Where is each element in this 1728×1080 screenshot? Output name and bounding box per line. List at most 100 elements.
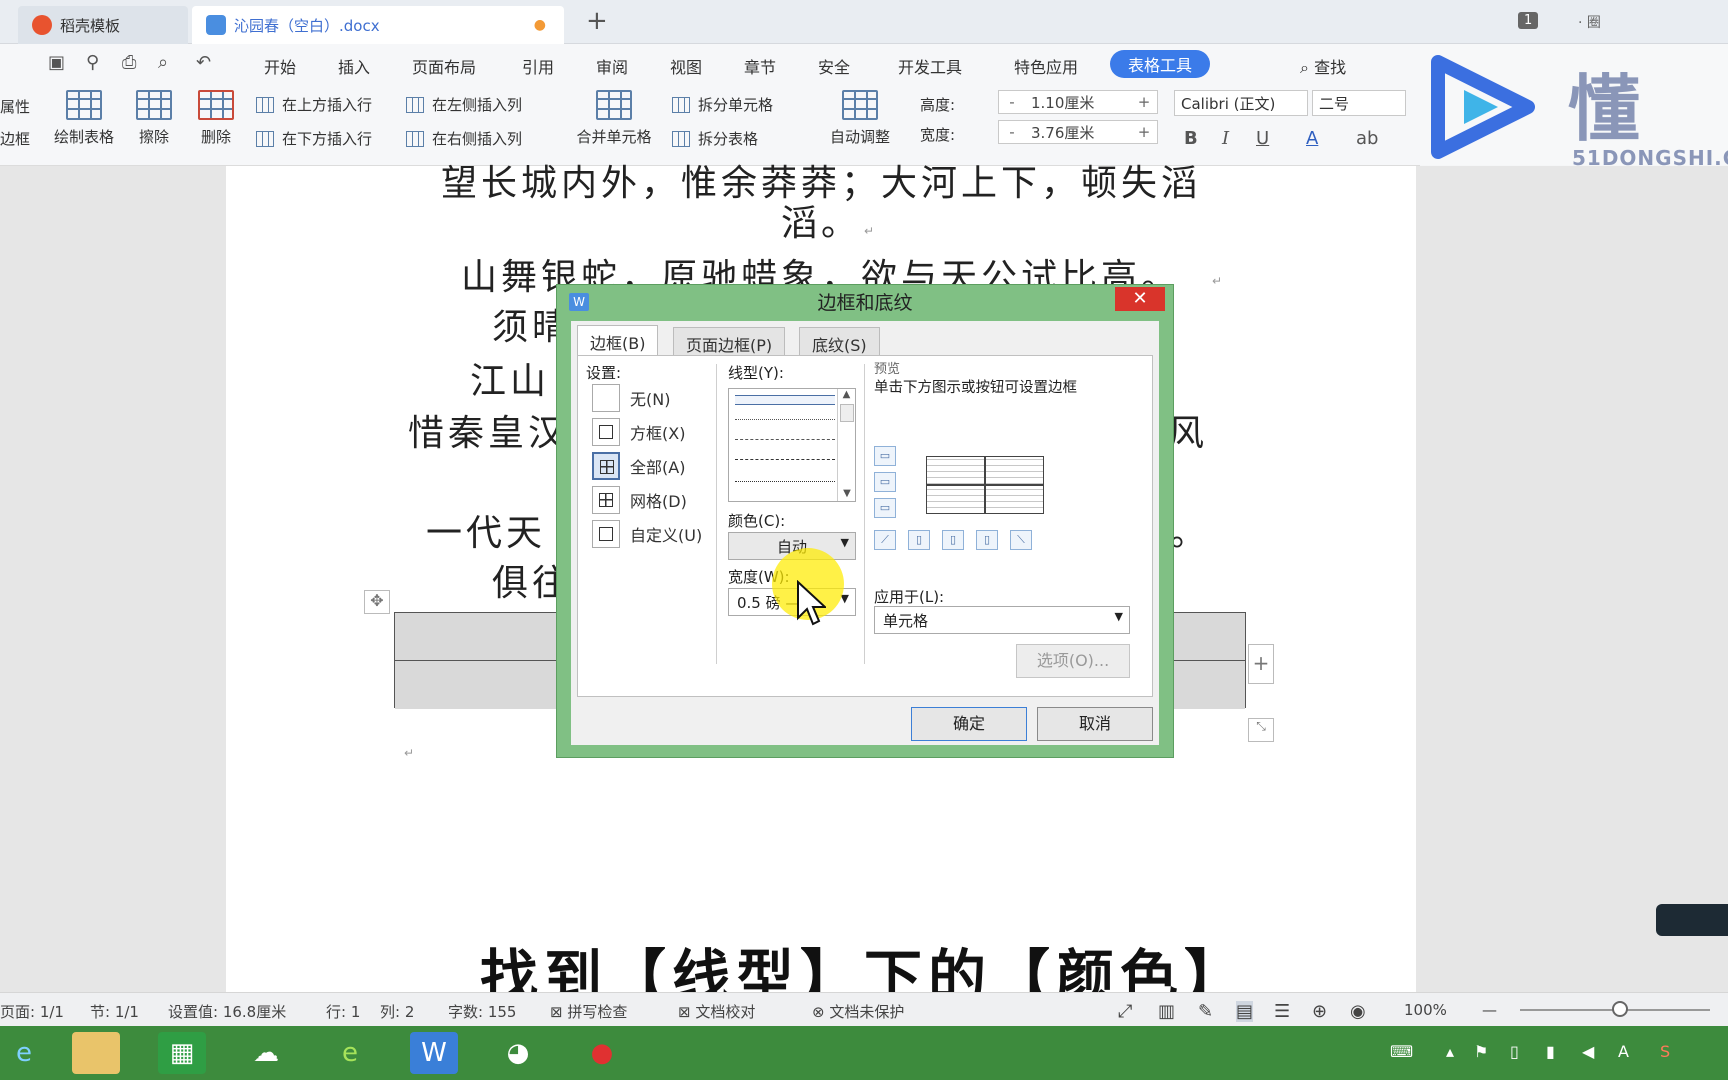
height-value[interactable]: 1.10厘米 (1025, 92, 1131, 113)
recorder-icon[interactable]: ● (578, 1032, 626, 1074)
italic-icon[interactable]: I (1222, 128, 1229, 149)
insert-row-above-button[interactable]: 在上方插入行 (256, 94, 372, 115)
zoom-level[interactable]: 100% (1404, 1001, 1447, 1019)
menu-view[interactable]: 视图 (670, 54, 702, 78)
tab-page-border[interactable]: 页面边框(P) (673, 327, 786, 355)
line-style-dash-dot[interactable] (735, 459, 835, 460)
apply-to-select[interactable]: 单元格 ▼ (874, 606, 1130, 634)
fullscreen-icon[interactable]: ⤢ (1118, 1001, 1132, 1022)
new-tab-button[interactable]: + (586, 6, 608, 36)
status-wordcount[interactable]: 字数: 155 (448, 1001, 516, 1022)
menu-page-layout[interactable]: 页面布局 (412, 54, 476, 78)
chrome-icon[interactable]: ◕ (494, 1032, 542, 1074)
cancel-button[interactable]: 取消 (1037, 707, 1153, 741)
setting-all[interactable]: 全部(A) (592, 452, 685, 480)
undo-icon[interactable]: ↶ (196, 52, 211, 73)
tab-daoke-templates[interactable]: 稻壳模板 (18, 6, 188, 44)
font-color-icon[interactable]: A (1306, 128, 1318, 149)
diagonal-up-icon[interactable]: ⟋ (874, 530, 896, 550)
table-add-column-button[interactable]: + (1248, 644, 1274, 684)
network-icon[interactable]: ▮ (1546, 1042, 1555, 1061)
auto-fit-button[interactable]: 自动调整 (814, 90, 906, 147)
decrement-button[interactable]: - (999, 123, 1025, 141)
zoom-out-button[interactable]: — (1482, 1001, 1497, 1019)
line-style-scrollbar[interactable]: ▲ ▼ (837, 389, 855, 501)
proofread-button[interactable]: ⊠ 文档校对 (678, 1001, 755, 1022)
border-right-icon[interactable]: ▯ (976, 530, 998, 550)
print-preview-icon[interactable]: ⌕ (158, 52, 168, 73)
increment-button[interactable]: + (1131, 93, 1157, 111)
insert-col-left-button[interactable]: 在左侧插入列 (406, 94, 522, 115)
setting-grid[interactable]: 网格(D) (592, 486, 687, 514)
border-bottom-icon[interactable]: ▭ (874, 498, 896, 518)
ime-icon[interactable]: A (1618, 1042, 1629, 1061)
zoom-slider-thumb[interactable] (1612, 1001, 1628, 1017)
bold-icon[interactable]: B (1184, 128, 1198, 149)
font-name-select[interactable]: Calibri (正文) (1174, 90, 1308, 116)
font-size-select[interactable]: 二号 (1312, 90, 1406, 116)
highlight-icon[interactable]: ab (1356, 128, 1378, 149)
increment-button[interactable]: + (1131, 123, 1157, 141)
read-mode-icon[interactable]: ▥ (1158, 1001, 1175, 1022)
keyboard-icon[interactable]: ⌨ (1390, 1042, 1413, 1061)
delete-button[interactable]: 删除 (176, 90, 256, 147)
scroll-thumb[interactable] (839, 404, 854, 422)
user-account[interactable]: · 圈 (1578, 12, 1601, 32)
menu-security[interactable]: 安全 (818, 54, 850, 78)
width-stepper[interactable]: -3.76厘米 + (998, 120, 1158, 144)
decrement-button[interactable]: - (999, 93, 1025, 111)
borders-cut[interactable]: 边框 (0, 128, 30, 149)
split-table-button[interactable]: 拆分表格 (672, 128, 758, 149)
merge-cells-button[interactable]: 合并单元格 (566, 90, 662, 147)
status-page[interactable]: 页面: 1/1 (0, 1001, 64, 1022)
scroll-down-icon[interactable]: ▼ (838, 488, 856, 499)
line-style-list[interactable]: ▲ ▼ (728, 388, 856, 502)
tab-document[interactable]: 沁园春（空白）.docx ● (192, 6, 564, 44)
floating-helper-button[interactable] (1656, 904, 1728, 936)
draw-table-button[interactable]: 绘制表格 (44, 90, 124, 147)
options-button[interactable]: 选项(O)... (1016, 644, 1130, 678)
menu-developer[interactable]: 开发工具 (898, 54, 962, 78)
split-cells-button[interactable]: 拆分单元格 (672, 94, 773, 115)
menu-special[interactable]: 特色应用 (1014, 54, 1078, 78)
browser-icon[interactable]: e (326, 1032, 374, 1074)
page-view-icon[interactable]: ▤ (1236, 1001, 1254, 1022)
underline-icon[interactable]: U (1256, 128, 1269, 149)
width-value[interactable]: 3.76厘米 (1025, 122, 1131, 143)
border-inside-h-icon[interactable]: ▭ (874, 472, 896, 492)
volume-icon[interactable]: ◀ (1582, 1042, 1594, 1061)
table-resize-handle[interactable]: ⤡ (1248, 718, 1274, 742)
line-style-solid[interactable] (735, 395, 835, 405)
edit-mode-icon[interactable]: ✎ (1198, 1001, 1213, 1022)
eye-protect-icon[interactable]: ◉ (1350, 1001, 1366, 1022)
border-left-icon[interactable]: ▯ (908, 530, 930, 550)
spellcheck-button[interactable]: ⊠ 拼写检查 (550, 1001, 627, 1022)
tab-borders[interactable]: 边框(B) (577, 325, 659, 357)
menu-references[interactable]: 引用 (522, 54, 554, 78)
store-icon[interactable]: ▦ (158, 1032, 206, 1074)
print-icon[interactable]: ⎙ (122, 52, 136, 73)
search-button[interactable]: ⌕ 查找 (1300, 54, 1346, 78)
sogou-icon[interactable]: S (1660, 1042, 1670, 1061)
file-explorer-icon[interactable] (72, 1032, 120, 1074)
line-style-dashed[interactable] (735, 439, 835, 440)
border-preview[interactable] (926, 456, 1044, 514)
properties-cut[interactable]: 属性 (0, 96, 30, 117)
menu-table-tools[interactable]: 表格工具 (1110, 50, 1211, 78)
menu-home[interactable]: 开始 (264, 54, 296, 78)
diagonal-down-icon[interactable]: ⟍ (1010, 530, 1032, 550)
outline-view-icon[interactable]: ☰ (1274, 1001, 1290, 1022)
web-view-icon[interactable]: ⊕ (1312, 1001, 1327, 1022)
power-icon[interactable]: ▯ (1510, 1042, 1519, 1061)
save-icon[interactable]: ▣ (48, 52, 65, 73)
setting-box[interactable]: 方框(X) (592, 418, 685, 446)
ok-button[interactable]: 确定 (911, 707, 1027, 741)
wps-taskbar-icon[interactable]: W (410, 1032, 458, 1074)
protect-button[interactable]: ⊗ 文档未保护 (812, 1001, 904, 1022)
border-inside-v-icon[interactable]: ▯ (942, 530, 964, 550)
table-move-handle[interactable]: ✥ (364, 590, 390, 614)
line-style-dotted[interactable] (735, 419, 835, 420)
close-icon[interactable]: ✕ (1115, 287, 1165, 311)
menu-chapter[interactable]: 章节 (744, 54, 776, 78)
format-painter-icon[interactable]: ⚲ (86, 52, 99, 73)
